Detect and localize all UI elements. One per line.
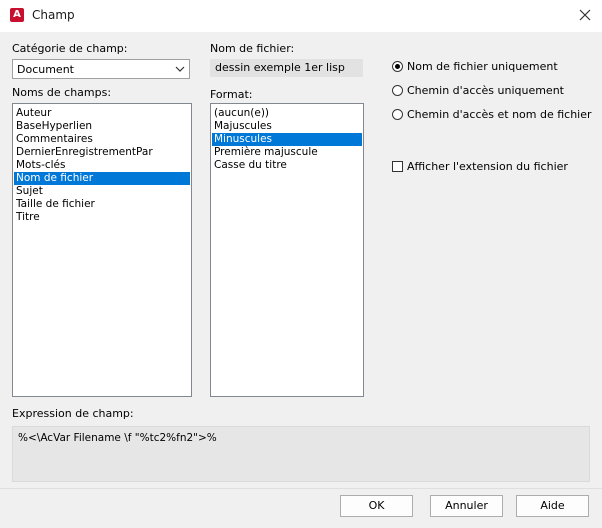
field-name-item[interactable]: Auteur: [14, 107, 190, 120]
field-names-label: Noms de champs:: [12, 86, 112, 99]
expression-field[interactable]: %<\AcVar Filename \f "%tc2%fn2">%: [12, 426, 590, 482]
chevron-down-icon: [175, 66, 185, 72]
format-item[interactable]: Casse du titre: [212, 159, 362, 172]
format-list[interactable]: (aucun(e)) Majuscules Minuscules Première m…: [210, 103, 364, 397]
filename-preview: dessin exemple 1er lisp: [210, 59, 363, 77]
path-option-radio[interactable]: Nom de fichier uniquement: [392, 60, 592, 74]
expression-label: Expression de champ:: [12, 407, 134, 420]
field-name-item[interactable]: Mots-clés: [14, 159, 190, 172]
format-item[interactable]: Première majuscule: [212, 146, 362, 159]
field-name-item[interactable]: Nom de fichier: [14, 172, 190, 185]
radio-label: Chemin d'accès uniquement: [407, 84, 564, 97]
ok-button[interactable]: OK: [340, 495, 413, 517]
cancel-button[interactable]: Annuler: [430, 495, 503, 517]
window-title: Champ: [32, 8, 75, 22]
format-label: Format:: [210, 88, 253, 101]
show-extension-checkbox[interactable]: [392, 161, 403, 172]
category-label: Catégorie de champ:: [12, 42, 128, 55]
radio-button[interactable]: [392, 109, 403, 120]
filename-value: dessin exemple 1er lisp: [215, 61, 345, 74]
filename-label: Nom de fichier:: [210, 42, 295, 55]
close-icon: [579, 9, 591, 21]
field-name-item[interactable]: Titre: [14, 211, 190, 224]
format-item[interactable]: (aucun(e)): [212, 107, 362, 120]
radio-label: Nom de fichier uniquement: [407, 60, 558, 73]
autocad-app-icon: A: [10, 8, 24, 22]
path-option-radio[interactable]: Chemin d'accès uniquement: [392, 84, 592, 98]
radio-button[interactable]: [392, 61, 403, 72]
field-name-item[interactable]: Commentaires: [14, 133, 190, 146]
category-value: Document: [17, 63, 74, 76]
field-name-item[interactable]: DernierEnregistrementPar: [14, 146, 190, 159]
radio-label: Chemin d'accès et nom de fichier: [407, 108, 592, 121]
button-bar: [0, 488, 602, 528]
field-names-list[interactable]: Auteur BaseHyperlien Commentaires DernierEn…: [12, 103, 192, 397]
close-button[interactable]: [576, 6, 594, 24]
field-name-item[interactable]: Taille de fichier: [14, 198, 190, 211]
format-item[interactable]: Minuscules: [212, 133, 362, 146]
expression-value: %<\AcVar Filename \f "%tc2%fn2">%: [18, 432, 217, 444]
show-extension-option[interactable]: Afficher l'extension du fichier: [392, 160, 592, 174]
format-item[interactable]: Majuscules: [212, 120, 362, 133]
show-extension-label: Afficher l'extension du fichier: [407, 160, 568, 173]
help-button[interactable]: Aide: [516, 495, 589, 517]
category-dropdown[interactable]: Document: [12, 59, 190, 79]
field-name-item[interactable]: Sujet: [14, 185, 190, 198]
path-option-radio[interactable]: Chemin d'accès et nom de fichier: [392, 108, 592, 122]
title-bar: [0, 0, 602, 32]
field-name-item[interactable]: BaseHyperlien: [14, 120, 190, 133]
radio-button[interactable]: [392, 85, 403, 96]
